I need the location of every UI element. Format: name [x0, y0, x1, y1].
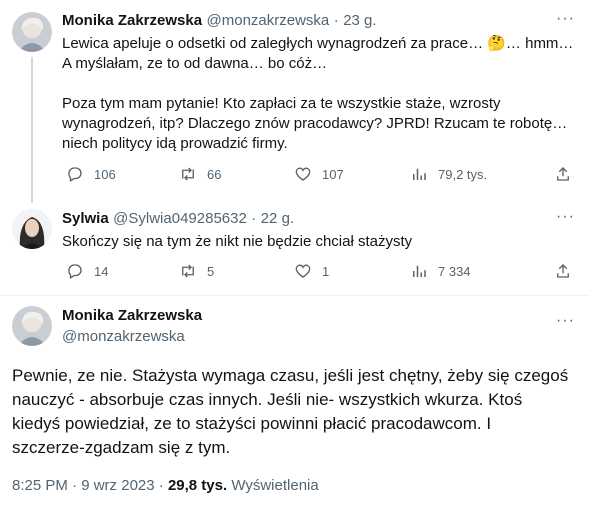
tweet-time[interactable]: 23 g.	[343, 12, 376, 29]
reply-icon	[68, 167, 82, 182]
retweet-icon	[182, 264, 194, 278]
author-name[interactable]: Monika Zakrzewska	[62, 307, 202, 324]
tweet-footer: 8:25 PM · 9 wrz 2023 · 29,8 tys. Wyświet…	[12, 477, 319, 494]
retweet-button[interactable]: 66	[179, 165, 221, 183]
views-count: 29,8 tys.	[167, 477, 228, 494]
author-handle[interactable]: @monzakrzewska	[207, 12, 330, 29]
author-name[interactable]: Monika Zakrzewska	[62, 12, 202, 29]
author-handle[interactable]: @monzakrzewska	[62, 328, 185, 345]
retweet-count: 66	[207, 166, 222, 182]
tweet-time[interactable]: 8:25 PM	[12, 477, 68, 494]
views-count: 79,2 tys.	[438, 166, 488, 182]
like-button[interactable]: 107	[294, 165, 344, 183]
author-name[interactable]: Sylwia	[62, 210, 109, 227]
avatar-sylwia[interactable]	[12, 209, 52, 249]
heart-icon	[295, 264, 311, 278]
tweet2-actions: 14 5 1 7 334	[62, 262, 577, 284]
author-handle[interactable]: @Sylwia049285632	[113, 210, 247, 227]
tweet-text: Skończy się na tym że nikt nie będzie ch…	[62, 233, 413, 250]
divider	[0, 295, 589, 296]
tweet-text: Lewica apeluje o odsetki od zaległych wy…	[62, 35, 574, 152]
tweet1-actions: 106 66 107 79,2 tys.	[62, 165, 577, 187]
more-icon[interactable]: ···	[556, 312, 575, 330]
like-count: 107	[322, 166, 344, 182]
views-count: 7 334	[438, 263, 471, 279]
thread-line	[31, 57, 33, 203]
like-button[interactable]: 1	[294, 262, 329, 280]
views-button[interactable]: 7 334	[410, 262, 471, 280]
avatar-monika[interactable]	[12, 12, 52, 52]
reply-button[interactable]: 14	[66, 262, 108, 280]
share-button[interactable]	[554, 262, 582, 280]
tweet2-header: Sylwia @Sylwia049285632 · 22 g.	[62, 210, 295, 227]
retweet-count: 5	[207, 263, 215, 279]
reply-button[interactable]: 106	[66, 165, 116, 183]
retweet-icon	[182, 167, 194, 181]
share-button[interactable]	[554, 165, 582, 183]
more-icon[interactable]: ···	[556, 10, 575, 28]
analytics-icon	[413, 168, 426, 180]
share-icon	[557, 167, 569, 181]
tweet-date[interactable]: 9 wrz 2023	[81, 477, 154, 494]
analytics-icon	[413, 265, 426, 277]
reply-icon	[68, 264, 82, 279]
views-label: Wyświetlenia	[231, 477, 319, 494]
main-tweet-text: Pewnie, ze nie. Stażysta wymaga czasu, j…	[12, 366, 569, 457]
avatar-monika[interactable]	[12, 306, 52, 346]
like-count: 1	[322, 263, 330, 279]
more-icon[interactable]: ···	[556, 208, 575, 226]
views-button[interactable]: 79,2 tys.	[410, 165, 487, 183]
tweet-time[interactable]: 22 g.	[261, 210, 294, 227]
tweet1-header: Monika Zakrzewska @monzakrzewska · 23 g.	[62, 12, 377, 29]
heart-icon	[295, 167, 311, 181]
reply-count: 106	[94, 166, 116, 182]
share-icon	[557, 264, 569, 278]
retweet-button[interactable]: 5	[179, 262, 214, 280]
reply-count: 14	[94, 263, 109, 279]
